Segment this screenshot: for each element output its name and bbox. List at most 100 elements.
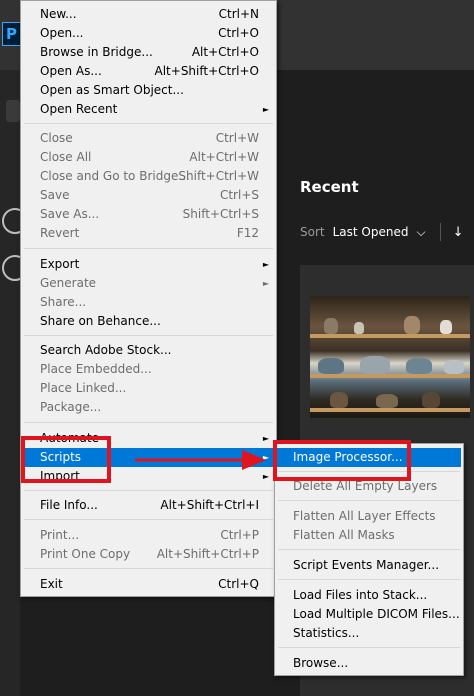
menu-item-close-and-go-to-bridge[interactable]: Close and Go to Bridge... Shift+Ctrl+W — [23, 167, 274, 186]
menu-item-share[interactable]: Share... — [23, 293, 274, 312]
menu-item-label: Share on Behance... — [40, 314, 161, 328]
menu-item-package[interactable]: Package... — [23, 398, 274, 417]
menu-separator — [278, 579, 460, 580]
menu-separator — [24, 248, 273, 249]
menu-item-close-all[interactable]: Close All Alt+Ctrl+W — [23, 148, 274, 167]
menu-item-shortcut: Ctrl+N — [218, 7, 259, 21]
menu-item-load-multiple-dicom-files[interactable]: Load Multiple DICOM Files... — [277, 605, 461, 624]
menu-item-label: Generate — [40, 276, 97, 290]
menu-item-label: Save As... — [40, 207, 100, 221]
menu-separator — [24, 422, 273, 423]
menu-item-browse[interactable]: Browse... — [277, 654, 461, 673]
menu-item-label: Browse in Bridge... — [40, 45, 153, 59]
menu-separator — [24, 490, 273, 491]
submenu-arrow-icon: ► — [262, 105, 269, 114]
menu-item-export[interactable]: Export ► — [23, 255, 274, 274]
thumbnail-shelf — [310, 334, 470, 338]
menu-item-label: Close All — [40, 150, 92, 164]
menu-item-generate[interactable]: Generate ► — [23, 274, 274, 293]
thumbnail-pot — [406, 358, 432, 374]
thumbnail-shelf — [310, 374, 470, 378]
submenu-arrow-icon: ► — [262, 260, 269, 269]
menu-item-share-on-behance[interactable]: Share on Behance... — [23, 312, 274, 331]
menu-item-label: Statistics... — [293, 626, 360, 640]
menu-item-statistics[interactable]: Statistics... — [277, 624, 461, 643]
menu-item-open-recent[interactable]: Open Recent ► — [23, 100, 274, 119]
menu-separator — [24, 568, 273, 569]
annotation-box-scripts — [21, 436, 111, 483]
menu-item-revert[interactable]: Revert F12 — [23, 224, 274, 243]
menu-item-label: Place Linked... — [40, 381, 127, 395]
sort-dropdown[interactable]: Last Opened — [333, 225, 409, 239]
sort-direction-icon[interactable]: ↓ — [453, 225, 464, 240]
menu-item-browse-in-bridge[interactable]: Browse in Bridge... Alt+Ctrl+O — [23, 43, 274, 62]
menu-item-file-info[interactable]: File Info... Alt+Shift+Ctrl+I — [23, 496, 274, 515]
menu-item-label: Load Files into Stack... — [293, 588, 428, 602]
menu-item-exit[interactable]: Exit Ctrl+Q — [23, 575, 274, 594]
chevron-down-icon[interactable]: ⌵ — [416, 225, 425, 240]
menu-item-search-adobe-stock[interactable]: Search Adobe Stock... — [23, 341, 274, 360]
file-menu: New... Ctrl+N Open... Ctrl+O Browse in B… — [20, 0, 277, 597]
menu-item-label: Exit — [40, 577, 63, 591]
menu-item-flatten-all-masks[interactable]: Flatten All Masks — [277, 526, 461, 545]
menu-item-label: Print One Copy — [40, 547, 131, 561]
menu-item-new[interactable]: New... Ctrl+N — [23, 5, 274, 24]
menu-item-shortcut: Shift+Ctrl+S — [182, 207, 259, 221]
recent-heading: Recent — [300, 178, 359, 196]
thumbnail-pot — [440, 320, 452, 334]
left-panel — [0, 70, 20, 696]
menu-item-shortcut: Alt+Ctrl+O — [191, 45, 259, 59]
menu-item-shortcut: Alt+Shift+Ctrl+P — [156, 547, 259, 561]
menu-item-print-one-copy[interactable]: Print One Copy Alt+Shift+Ctrl+P — [23, 545, 274, 564]
menu-item-script-events-manager[interactable]: Script Events Manager... — [277, 556, 461, 575]
menu-item-flatten-all-layer-effects[interactable]: Flatten All Layer Effects — [277, 507, 461, 526]
menu-item-shortcut: Shift+Ctrl+W — [178, 169, 259, 183]
menu-item-label: Revert — [40, 226, 80, 240]
menu-item-place-embedded[interactable]: Place Embedded... — [23, 360, 274, 379]
home-button[interactable] — [6, 100, 20, 122]
menu-separator — [278, 549, 460, 550]
menu-item-open[interactable]: Open... Ctrl+O — [23, 24, 274, 43]
thumbnail-pot — [324, 318, 338, 334]
menu-item-shortcut: Alt+Ctrl+W — [189, 150, 259, 164]
menu-item-place-linked[interactable]: Place Linked... — [23, 379, 274, 398]
menu-item-save-as[interactable]: Save As... Shift+Ctrl+S — [23, 205, 274, 224]
recent-file-thumbnail[interactable] — [310, 296, 470, 418]
menu-item-label: Flatten All Layer Effects — [293, 509, 436, 523]
menu-item-label: Close and Go to Bridge... — [40, 169, 190, 183]
menu-separator — [278, 500, 460, 501]
menu-item-label: Open As... — [40, 64, 102, 78]
menu-item-label: Open... — [40, 26, 84, 40]
menu-item-label: Print... — [40, 528, 80, 542]
menu-separator — [278, 647, 460, 648]
submenu-arrow-icon: ► — [262, 453, 269, 462]
menu-item-label: Close — [40, 131, 73, 145]
menu-item-label: Open Recent — [40, 102, 118, 116]
menu-item-label: Load Multiple DICOM Files... — [293, 607, 460, 621]
thumbnail-pot — [354, 322, 364, 334]
menu-item-shortcut: F12 — [236, 226, 259, 240]
menu-item-label: Place Embedded... — [40, 362, 152, 376]
annotation-box-image-processor — [273, 440, 411, 481]
menu-item-shortcut: Ctrl+S — [219, 188, 259, 202]
thumbnail-pot — [360, 356, 390, 374]
menu-item-open-as[interactable]: Open As... Alt+Shift+Ctrl+O — [23, 62, 274, 81]
thumbnail-pot — [444, 360, 464, 374]
menu-item-label: Package... — [40, 400, 102, 414]
menu-item-open-as-smart-object[interactable]: Open as Smart Object... — [23, 81, 274, 100]
menu-item-print[interactable]: Print... Ctrl+P — [23, 526, 274, 545]
photoshop-window: P Recent Sort Last Opened ⌵ ↓ New... Ctr… — [0, 0, 474, 696]
menu-separator — [24, 335, 273, 336]
menu-item-shortcut: Alt+Shift+Ctrl+O — [154, 64, 259, 78]
menu-item-label: Open as Smart Object... — [40, 83, 184, 97]
submenu-arrow-icon: ► — [262, 434, 269, 443]
thumbnail-pot — [404, 316, 420, 334]
menu-item-close[interactable]: Close Ctrl+W — [23, 129, 274, 148]
thumbnail-shelf — [310, 408, 470, 412]
menu-item-load-files-into-stack[interactable]: Load Files into Stack... — [277, 586, 461, 605]
thumbnail-pot — [376, 394, 398, 408]
thumbnail-pot — [318, 358, 344, 374]
menu-item-save[interactable]: Save Ctrl+S — [23, 186, 274, 205]
menu-item-shortcut: Ctrl+P — [220, 528, 259, 542]
menu-item-label: Flatten All Masks — [293, 528, 395, 542]
